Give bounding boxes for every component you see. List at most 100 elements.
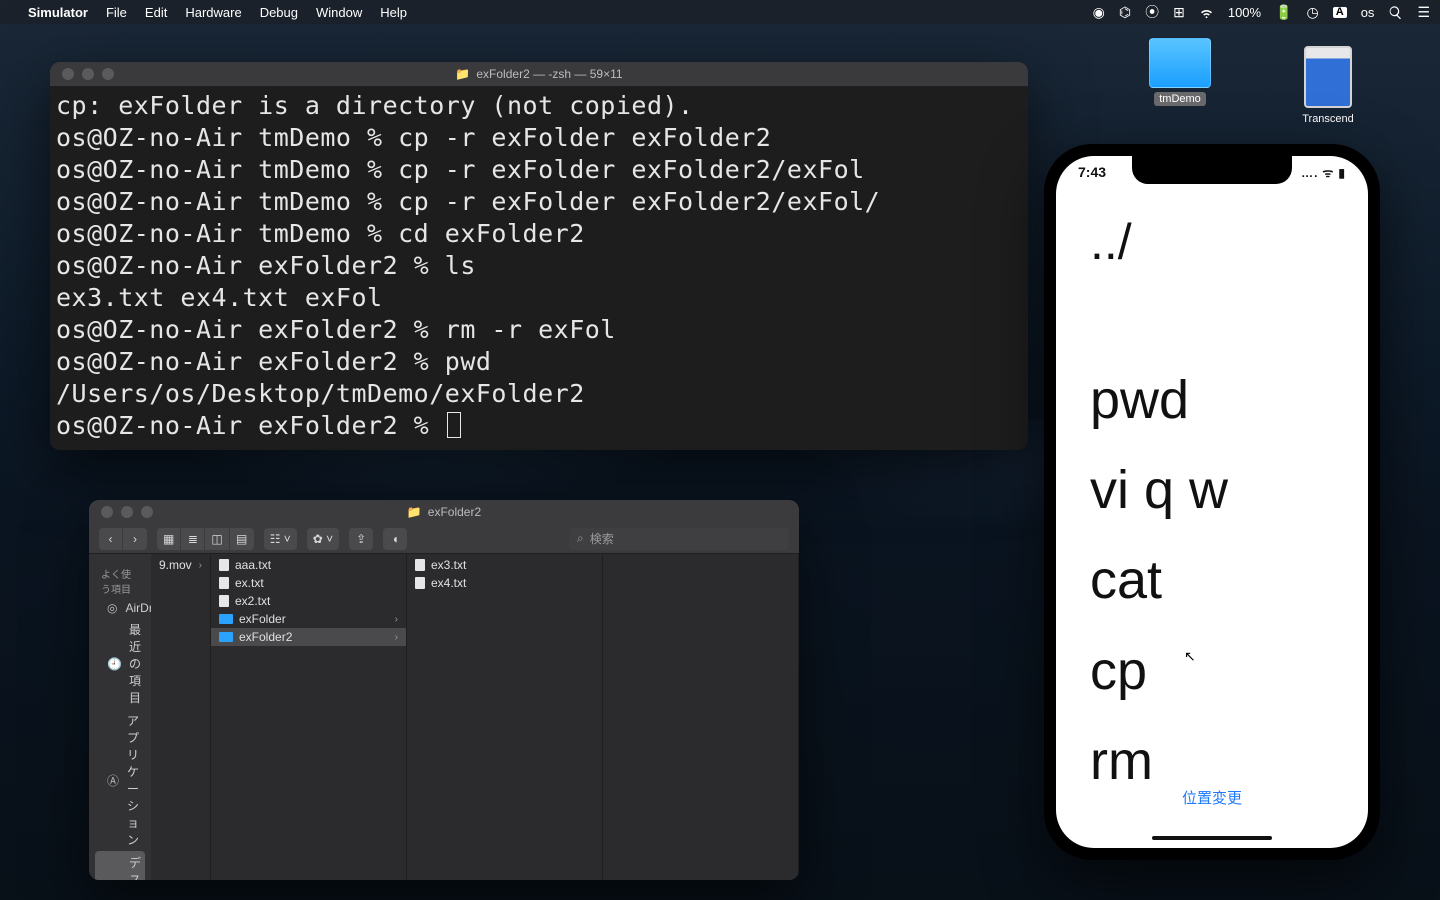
finder-search[interactable]: ⌕ 検索 (569, 528, 789, 550)
menu-edit[interactable]: Edit (145, 5, 167, 20)
disk-icon (1304, 46, 1352, 108)
control-center-icon[interactable]: ☰ (1417, 5, 1430, 19)
grid-icon[interactable]: ⊞ (1173, 5, 1185, 19)
minimize-traffic-light[interactable] (82, 68, 94, 80)
terminal-line: os@OZ-no-Air exFolder2 % pwd (56, 346, 1022, 378)
sim-text-line[interactable]: vi q w (1090, 455, 1334, 525)
terminal-line: os@OZ-no-Air exFolder2 % rm -r exFol (56, 314, 1022, 346)
list-item[interactable]: ex3.txt (407, 556, 602, 574)
terminal-body[interactable]: cp: exFolder is a directory (not copied)… (50, 86, 1028, 450)
sidebar-item-recents[interactable]: 🕘最近の項目 (95, 618, 145, 709)
sim-text-line[interactable]: pwd (1090, 365, 1334, 435)
folder-icon (219, 632, 233, 642)
terminal-titlebar[interactable]: 📁exFolder2 — -zsh — 59×11 (50, 62, 1028, 86)
sidebar-heading-favorites: よく使う項目 (89, 560, 151, 598)
close-traffic-light[interactable] (101, 506, 113, 518)
file-icon (415, 577, 425, 589)
terminal-line: os@OZ-no-Air tmDemo % cp -r exFolder exF… (56, 122, 1022, 154)
finder-column-1[interactable]: aaa.txt ex.txt ex2.txt exFolder› exFolde… (211, 554, 407, 880)
finder-toolbar: ‹ › ▦ ≣ ◫ ▤ ☷ ˅ ✿ ˅ ⇪ ◖ ⌕ 検索 (89, 524, 799, 554)
desktop-folder-tmdemo[interactable]: tmDemo (1140, 38, 1220, 106)
terminal-line: cp: exFolder is a directory (not copied)… (56, 90, 1022, 122)
view-gallery-button[interactable]: ▤ (230, 528, 254, 550)
chevron-left-icon: ‹ (109, 532, 113, 546)
terminal-cursor (447, 412, 461, 438)
sim-text-heading[interactable]: ../ (1090, 210, 1334, 275)
menubar: Simulator File Edit Hardware Debug Windo… (0, 0, 1440, 24)
sim-bottom-link[interactable]: 位置変更 (1090, 787, 1334, 808)
back-button[interactable]: ‹ (99, 528, 123, 550)
desktop-icon-label: tmDemo (1154, 92, 1206, 106)
menu-extra-icon[interactable]: ⦿ (1145, 5, 1159, 19)
menu-file[interactable]: File (106, 5, 127, 20)
clock-icon: 🕘 (107, 657, 121, 671)
sim-text-line[interactable]: rm (1090, 726, 1334, 796)
zoom-traffic-light[interactable] (141, 506, 153, 518)
record-icon[interactable]: ◉ (1093, 5, 1105, 19)
list-item-folder[interactable]: exFolder› (211, 610, 406, 628)
list-item[interactable]: 9.mov› (151, 556, 210, 574)
share-button[interactable]: ⇪ (349, 528, 373, 550)
menu-help[interactable]: Help (380, 5, 407, 20)
list-item-folder[interactable]: exFolder2› (211, 628, 406, 646)
minimize-traffic-light[interactable] (121, 506, 133, 518)
finder-column-3[interactable] (603, 554, 799, 880)
menu-hardware[interactable]: Hardware (185, 5, 241, 20)
terminal-prompt-line: os@OZ-no-Air exFolder2 % (56, 410, 1022, 442)
wifi-icon[interactable] (1199, 5, 1214, 20)
sidebar-item-applications[interactable]: Ⓐアプリケーション (95, 709, 145, 851)
finder-titlebar[interactable]: 📁exFolder2 (89, 500, 799, 524)
wifi-icon: ᯤ (1322, 164, 1334, 181)
forward-button[interactable]: › (123, 528, 147, 550)
tags-button[interactable]: ◖ (383, 528, 407, 550)
finder-column-2[interactable]: ex3.txt ex4.txt (407, 554, 603, 880)
finder-columns: 9.mov› aaa.txt ex.txt ex2.txt exFolder› … (151, 554, 799, 880)
file-icon (219, 559, 229, 571)
terminal-line: os@OZ-no-Air exFolder2 % ls (56, 250, 1022, 282)
ios-simulator-device[interactable]: 7:43 …. ᯤ ▮ ../ pwd vi q w cat cp rm 位置変… (1044, 144, 1380, 860)
chevron-right-icon: › (395, 632, 398, 643)
list-item[interactable]: aaa.txt (211, 556, 406, 574)
list-item[interactable]: ex4.txt (407, 574, 602, 592)
chevron-right-icon: › (395, 614, 398, 625)
close-traffic-light[interactable] (62, 68, 74, 80)
input-source-icon[interactable]: A (1333, 7, 1347, 18)
sidebar-item-airdrop[interactable]: ◎AirDrop (95, 598, 145, 618)
search-icon: ⌕ (577, 531, 584, 546)
desktop-disk-transcend[interactable]: Transcend (1288, 46, 1368, 126)
simulator-screen[interactable]: 7:43 …. ᯤ ▮ ../ pwd vi q w cat cp rm 位置変… (1056, 156, 1368, 848)
zoom-traffic-light[interactable] (102, 68, 114, 80)
spotlight-icon[interactable] (1388, 5, 1403, 20)
user-menu[interactable]: os (1361, 5, 1375, 20)
terminal-line: os@OZ-no-Air tmDemo % cd exFolder2 (56, 218, 1022, 250)
home-indicator[interactable] (1152, 836, 1272, 840)
terminal-window[interactable]: 📁exFolder2 — -zsh — 59×11 cp: exFolder i… (50, 62, 1028, 450)
view-icon-button[interactable]: ▦ (157, 528, 181, 550)
finder-search-placeholder: 検索 (590, 530, 614, 547)
menu-window[interactable]: Window (316, 5, 362, 20)
simulator-app-content[interactable]: ../ pwd vi q w cat cp rm 位置変更 (1090, 196, 1334, 814)
battery-percent[interactable]: 100% (1228, 5, 1261, 20)
app-name[interactable]: Simulator (28, 5, 88, 20)
cellular-icon: …. (1301, 166, 1318, 180)
device-notch (1132, 156, 1292, 184)
finder-column-0[interactable]: 9.mov› (151, 554, 211, 880)
view-column-button[interactable]: ◫ (205, 528, 229, 550)
action-button[interactable]: ✿ ˅ (307, 528, 339, 550)
terminal-line: /Users/os/Desktop/tmDemo/exFolder2 (56, 378, 1022, 410)
airdrop-icon: ◎ (107, 601, 117, 615)
list-item[interactable]: ex.txt (211, 574, 406, 592)
folder-icon (219, 614, 233, 624)
screenshot-icon[interactable]: ⌬ (1119, 5, 1131, 19)
sidebar-item-desktop[interactable]: 🖥デスクトップ (95, 851, 145, 880)
sim-text-line[interactable]: cat (1090, 545, 1334, 615)
view-list-button[interactable]: ≣ (181, 528, 205, 550)
battery-icon: 🔋 (1275, 5, 1292, 19)
finder-window[interactable]: 📁exFolder2 ‹ › ▦ ≣ ◫ ▤ ☷ ˅ ✿ ˅ ⇪ ◖ ⌕ 検索 … (89, 500, 799, 880)
apps-icon: Ⓐ (107, 772, 119, 789)
list-item[interactable]: ex2.txt (211, 592, 406, 610)
sim-text-line[interactable]: cp (1090, 636, 1334, 706)
menu-debug[interactable]: Debug (260, 5, 298, 20)
compass-icon[interactable]: ◷ (1307, 5, 1319, 19)
group-button[interactable]: ☷ ˅ (264, 528, 297, 550)
